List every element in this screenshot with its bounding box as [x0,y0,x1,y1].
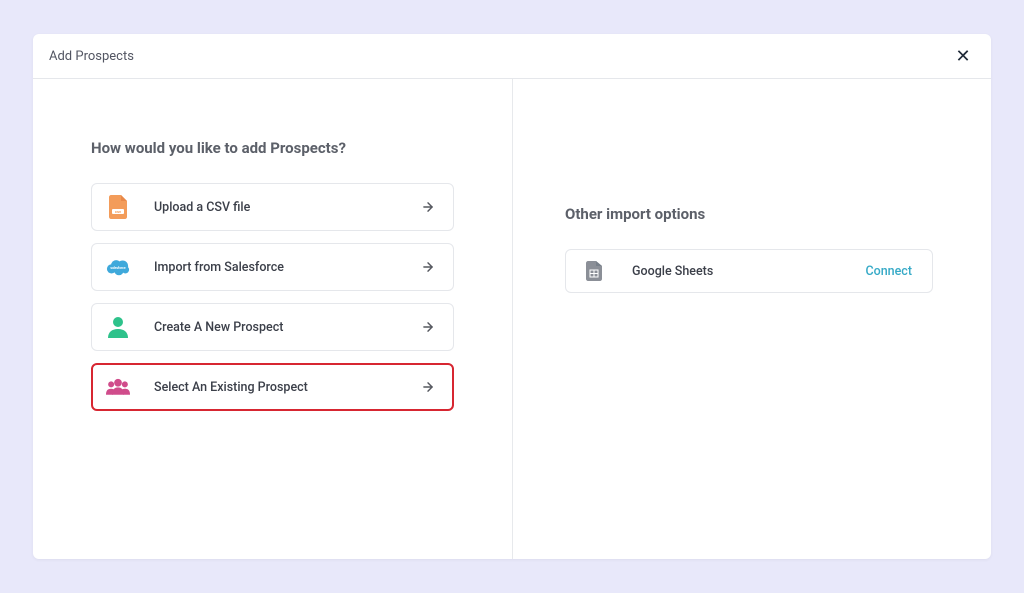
import-option-google-sheets: Google Sheets Connect [565,249,933,293]
google-sheets-icon [584,261,604,281]
add-prospects-modal: Add Prospects ✕ How would you like to ad… [33,34,991,559]
connect-link[interactable]: Connect [865,264,912,279]
svg-text:csv: csv [115,209,121,214]
option-label: Upload a CSV file [154,200,421,215]
arrow-right-icon [421,320,435,334]
section-heading: How would you like to add Prospects? [91,139,454,157]
option-select-existing-prospect[interactable]: Select An Existing Prospect [91,363,454,411]
option-upload-csv[interactable]: csv Upload a CSV file [91,183,454,231]
arrow-right-icon [421,200,435,214]
option-create-new-prospect[interactable]: Create A New Prospect [91,303,454,351]
other-heading: Other import options [565,205,933,223]
modal-header: Add Prospects ✕ [33,34,991,79]
option-label: Select An Existing Prospect [154,380,421,395]
left-pane: How would you like to add Prospects? csv… [33,79,513,559]
csv-file-icon: csv [106,195,130,219]
modal-title: Add Prospects [49,49,134,64]
close-button[interactable]: ✕ [955,48,971,64]
right-pane: Other import options Google Sheets Conne… [513,79,991,559]
arrow-right-icon [421,260,435,274]
import-label: Google Sheets [632,264,865,279]
salesforce-cloud-icon: salesforce [106,255,130,279]
svg-text:salesforce: salesforce [110,266,125,270]
modal-body: How would you like to add Prospects? csv… [33,79,991,559]
option-list: csv Upload a CSV file [91,183,454,411]
option-import-salesforce[interactable]: salesforce Import from Salesforce [91,243,454,291]
arrow-right-icon [421,380,435,394]
user-icon [106,315,130,339]
option-label: Import from Salesforce [154,260,421,275]
users-group-icon [106,375,130,399]
option-label: Create A New Prospect [154,320,421,335]
